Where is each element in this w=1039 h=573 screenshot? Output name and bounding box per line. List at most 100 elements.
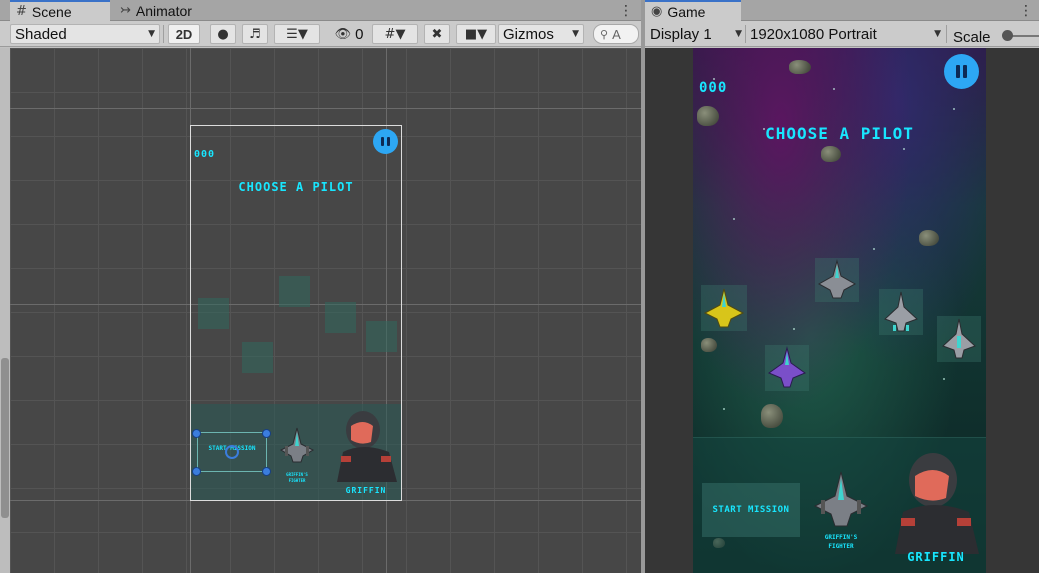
tab-game-label: Game	[667, 3, 706, 20]
asteroid	[701, 338, 717, 352]
star	[723, 408, 725, 410]
score-text: 000	[699, 80, 728, 96]
ship-slot-yellow[interactable]	[701, 285, 747, 331]
chevron-down-icon: ▼	[395, 26, 406, 42]
pilot-panel: START MISSION GRIFFIN'S FIGHTER GRIFFIN	[693, 437, 986, 573]
asteroid	[697, 106, 719, 126]
scene-visibility-toggle[interactable]: 👁 0	[330, 24, 368, 44]
toolbar-divider	[163, 25, 164, 43]
ship-slot[interactable]	[366, 321, 397, 352]
ship-slot-grey-3[interactable]	[937, 316, 981, 362]
pilot-panel: START MISSION GRIFFIN'S FIGHTER GRIFFIN	[191, 404, 401, 500]
resize-handle[interactable]	[262, 467, 271, 476]
resize-handle[interactable]	[192, 467, 201, 476]
scale-slider-thumb[interactable]	[1002, 30, 1013, 41]
pause-button[interactable]	[944, 54, 979, 89]
chevron-down-icon: ▼	[297, 26, 308, 42]
search-icon: ⚲	[600, 27, 609, 41]
pilot-avatar	[895, 453, 979, 554]
grid-snap-dropdown[interactable]: # ▼	[372, 24, 418, 44]
yellow-ship-icon	[703, 288, 745, 328]
gamepad-icon: ◉	[651, 4, 663, 19]
pause-icon	[963, 65, 967, 78]
grey-ship-icon	[884, 291, 918, 332]
star	[793, 328, 795, 330]
scene-search-input[interactable]: ⚲ A	[593, 24, 639, 44]
game-toolbar: Display 1 ▼ 1920x1080 Portrait ▼ Scale	[645, 21, 1039, 47]
chevron-down-icon: ▼	[572, 29, 579, 39]
effects-icon: ☰	[286, 26, 298, 42]
pilot-name-text: GRIFFIN	[345, 486, 387, 495]
camera-icon: ■	[464, 26, 478, 42]
resize-handle[interactable]	[262, 429, 271, 438]
scene-viewport[interactable]: 000 CHOOSE A PILOT START MISSION GRIFFIN…	[10, 48, 641, 573]
ship-slot[interactable]	[242, 342, 273, 373]
pilot-avatar	[337, 411, 397, 482]
purple-ship-icon	[767, 346, 807, 388]
ship-slot-grey-1[interactable]	[815, 258, 859, 302]
tab-scene[interactable]: # Scene	[10, 0, 110, 21]
toolbar-divider	[745, 25, 746, 43]
tab-game[interactable]: ◉ Game	[645, 0, 741, 21]
game-screen[interactable]: 000 CHOOSE A PILOT START MISSION GRIFFIN…	[693, 48, 986, 573]
game-tabbar: ◉ Game ⋮	[645, 0, 1039, 21]
chevron-down-icon: ▼	[148, 29, 155, 39]
asteroid	[821, 146, 841, 162]
search-placeholder: A	[612, 26, 621, 42]
pause-button[interactable]	[373, 129, 398, 154]
eye-slash-icon: 👁	[334, 26, 352, 42]
pivot-handle[interactable]	[225, 445, 239, 459]
grey-ship-icon	[817, 259, 857, 299]
chevron-down-icon: ▼	[477, 26, 488, 42]
grey-ship-icon	[942, 318, 976, 359]
2d-toggle-button[interactable]: 2D	[168, 24, 200, 44]
lighting-toggle-icon[interactable]: ●	[210, 24, 236, 44]
star	[903, 148, 905, 150]
gizmos-dropdown[interactable]: Gizmos ▼	[498, 24, 584, 44]
game-view[interactable]: 000 CHOOSE A PILOT START MISSION GRIFFIN…	[645, 48, 1039, 573]
fighter-caption-line2: FIGHTER	[288, 478, 306, 483]
ship-slot-purple[interactable]	[765, 345, 809, 391]
pause-icon	[387, 137, 390, 146]
game-menu-icon[interactable]: ⋮	[1019, 0, 1033, 21]
fighter-ship-icon	[813, 471, 869, 527]
scrollbar-thumb[interactable]	[1, 358, 9, 518]
tab-animator[interactable]: ↣ Animator	[114, 0, 214, 21]
shading-mode-dropdown[interactable]: Shaded ▼	[10, 24, 160, 44]
hierarchy-edge	[0, 48, 10, 573]
game-panel: ◉ Game ⋮ Display 1 ▼ 1920x1080 Portrait …	[645, 0, 1039, 573]
tab-animator-label: Animator	[135, 2, 192, 19]
camera-dropdown[interactable]: ■ ▼	[456, 24, 496, 44]
canvas-bounds[interactable]: 000 CHOOSE A PILOT START MISSION GRIFFIN…	[190, 125, 402, 501]
asteroid	[789, 60, 811, 74]
resolution-value: 1920x1080 Portrait	[750, 25, 877, 43]
fighter-caption-line1: GRIFFIN'S	[286, 472, 308, 477]
effects-dropdown[interactable]: ☰ ▼	[274, 24, 320, 44]
display-value: Display 1	[650, 25, 712, 43]
unity-editor: # Scene ↣ Animator ⋮ Shaded ▼ 2D ● ♬ ☰ ▼	[0, 0, 1039, 573]
shading-mode-value: Shaded	[15, 25, 67, 43]
pause-icon	[956, 65, 960, 78]
scale-label: Scale	[953, 28, 991, 46]
fighter-caption-line2: FIGHTER	[828, 543, 854, 550]
audio-toggle-icon[interactable]: ♬	[242, 24, 268, 44]
ship-slot-grey-2[interactable]	[879, 289, 923, 335]
ship-slot[interactable]	[279, 276, 310, 307]
ship-slot[interactable]	[198, 298, 229, 329]
chevron-down-icon: ▼	[934, 29, 941, 39]
tools-icon[interactable]: ✖	[424, 24, 450, 44]
star	[733, 218, 735, 220]
star	[943, 378, 945, 380]
scene-menu-icon[interactable]: ⋮	[619, 0, 633, 21]
grid-icon: #	[16, 4, 27, 19]
tab-scene-label: Scene	[31, 3, 72, 20]
scene-tabbar: # Scene ↣ Animator ⋮	[0, 0, 641, 21]
grid-line	[10, 108, 641, 109]
title-text: CHOOSE A PILOT	[238, 180, 354, 194]
animator-icon: ↣	[120, 3, 131, 18]
ship-slot[interactable]	[325, 302, 356, 333]
display-dropdown[interactable]: Display 1 ▼	[648, 24, 744, 44]
resolution-dropdown[interactable]: 1920x1080 Portrait ▼	[748, 24, 943, 44]
start-mission-button[interactable]: START MISSION	[702, 483, 800, 537]
resize-handle[interactable]	[192, 429, 201, 438]
